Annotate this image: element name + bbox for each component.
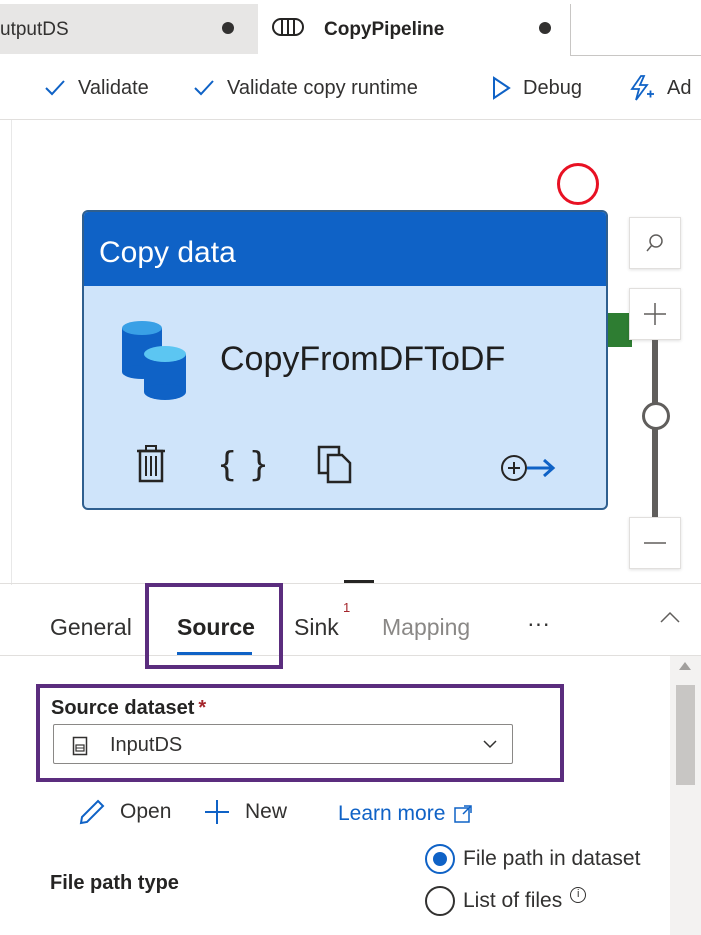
zoom-slider-thumb[interactable] [642,402,670,430]
zoom-out-button[interactable] [629,517,681,569]
source-tab-highlight [145,583,283,669]
pipeline-icon [272,18,304,36]
toolbar: Validate Validate copy runtime Debug Ad [0,56,701,120]
zoom-in-button[interactable] [629,288,681,340]
tab-copypipeline[interactable]: CopyPipeline [258,4,571,56]
pencil-icon [79,799,105,825]
zoom-search-button[interactable] [629,217,681,269]
info-icon[interactable]: i [570,887,587,903]
radio-label: List of files [463,889,563,912]
search-icon [646,234,663,252]
delete-icon[interactable] [134,444,168,484]
open-label: Open [120,800,172,823]
radio-list-of-files[interactable]: List of files i [425,886,587,916]
lightning-icon [630,75,654,101]
play-icon [493,76,511,100]
radio-unchecked-icon [425,886,455,916]
add-trigger-label: Ad [667,76,692,99]
tab-label: utputDS [0,19,69,40]
add-output-icon[interactable] [500,452,558,484]
activity-name: CopyFromDFToDF [220,340,506,378]
collapse-panel-icon[interactable] [659,610,681,624]
svg-text:{ }: { } [221,445,265,484]
tab-bar: utputDS CopyPipeline [0,0,701,56]
canvas-left-edge [0,120,12,585]
open-dataset-button[interactable]: Open [78,798,171,826]
tab-general[interactable]: General [50,614,132,641]
validate-runtime-button[interactable]: Validate copy runtime [193,74,418,102]
new-dataset-button[interactable]: New [203,798,287,826]
checkmark-icon [194,80,214,96]
database-icon [122,321,186,400]
sink-error-badge: 1 [343,600,351,615]
debug-label: Debug [523,76,582,99]
file-path-type-label: File path type [50,872,179,894]
radio-file-path-in-dataset[interactable]: File path in dataset [425,844,640,874]
unsaved-dot-icon [222,22,234,34]
external-link-icon [454,805,473,823]
learn-more-label: Learn more [338,802,446,825]
source-dataset-label: Source dataset * [51,697,206,720]
scroll-up-icon[interactable] [679,662,691,670]
copy-icon[interactable] [316,444,356,484]
unsaved-dot-icon [539,22,551,34]
dataset-file-icon [72,736,88,756]
validate-runtime-label: Validate copy runtime [227,76,418,99]
radio-checked-icon [425,844,455,874]
source-dataset-label-text: Source dataset [51,697,195,719]
source-dataset-value: InputDS [110,734,183,756]
tab-label: CopyPipeline [324,19,445,40]
chevron-down-icon [483,740,497,749]
error-indicator-icon [557,163,599,205]
radio-label: File path in dataset [463,847,641,870]
scrollbar-thumb[interactable] [676,685,695,785]
more-tabs-button[interactable]: ··· [527,610,550,637]
debug-button[interactable]: Debug [491,74,582,102]
plus-icon [205,800,229,824]
tab-sink[interactable]: Sink [294,614,339,641]
tab-mapping[interactable]: Mapping [382,614,470,641]
properties-tabs: General Source Sink Mapping ··· [0,584,701,656]
minus-icon [644,542,666,544]
zoom-slider-track[interactable] [652,340,658,520]
copy-data-activity[interactable]: Copy data CopyFromDFToDF { } [82,210,608,510]
checkmark-icon [45,80,65,96]
activity-type-label: Copy data [84,212,606,286]
tab-outputds[interactable]: utputDS [0,4,258,54]
required-mark: * [198,697,207,719]
add-trigger-button[interactable]: Ad [627,74,691,102]
code-icon[interactable]: { } [221,444,265,484]
validate-button[interactable]: Validate [44,74,149,102]
validate-label: Validate [78,76,149,99]
plus-icon [644,303,666,325]
new-label: New [245,800,288,823]
learn-more-link[interactable]: Learn more [338,802,473,826]
source-dataset-dropdown[interactable]: InputDS [53,724,513,764]
